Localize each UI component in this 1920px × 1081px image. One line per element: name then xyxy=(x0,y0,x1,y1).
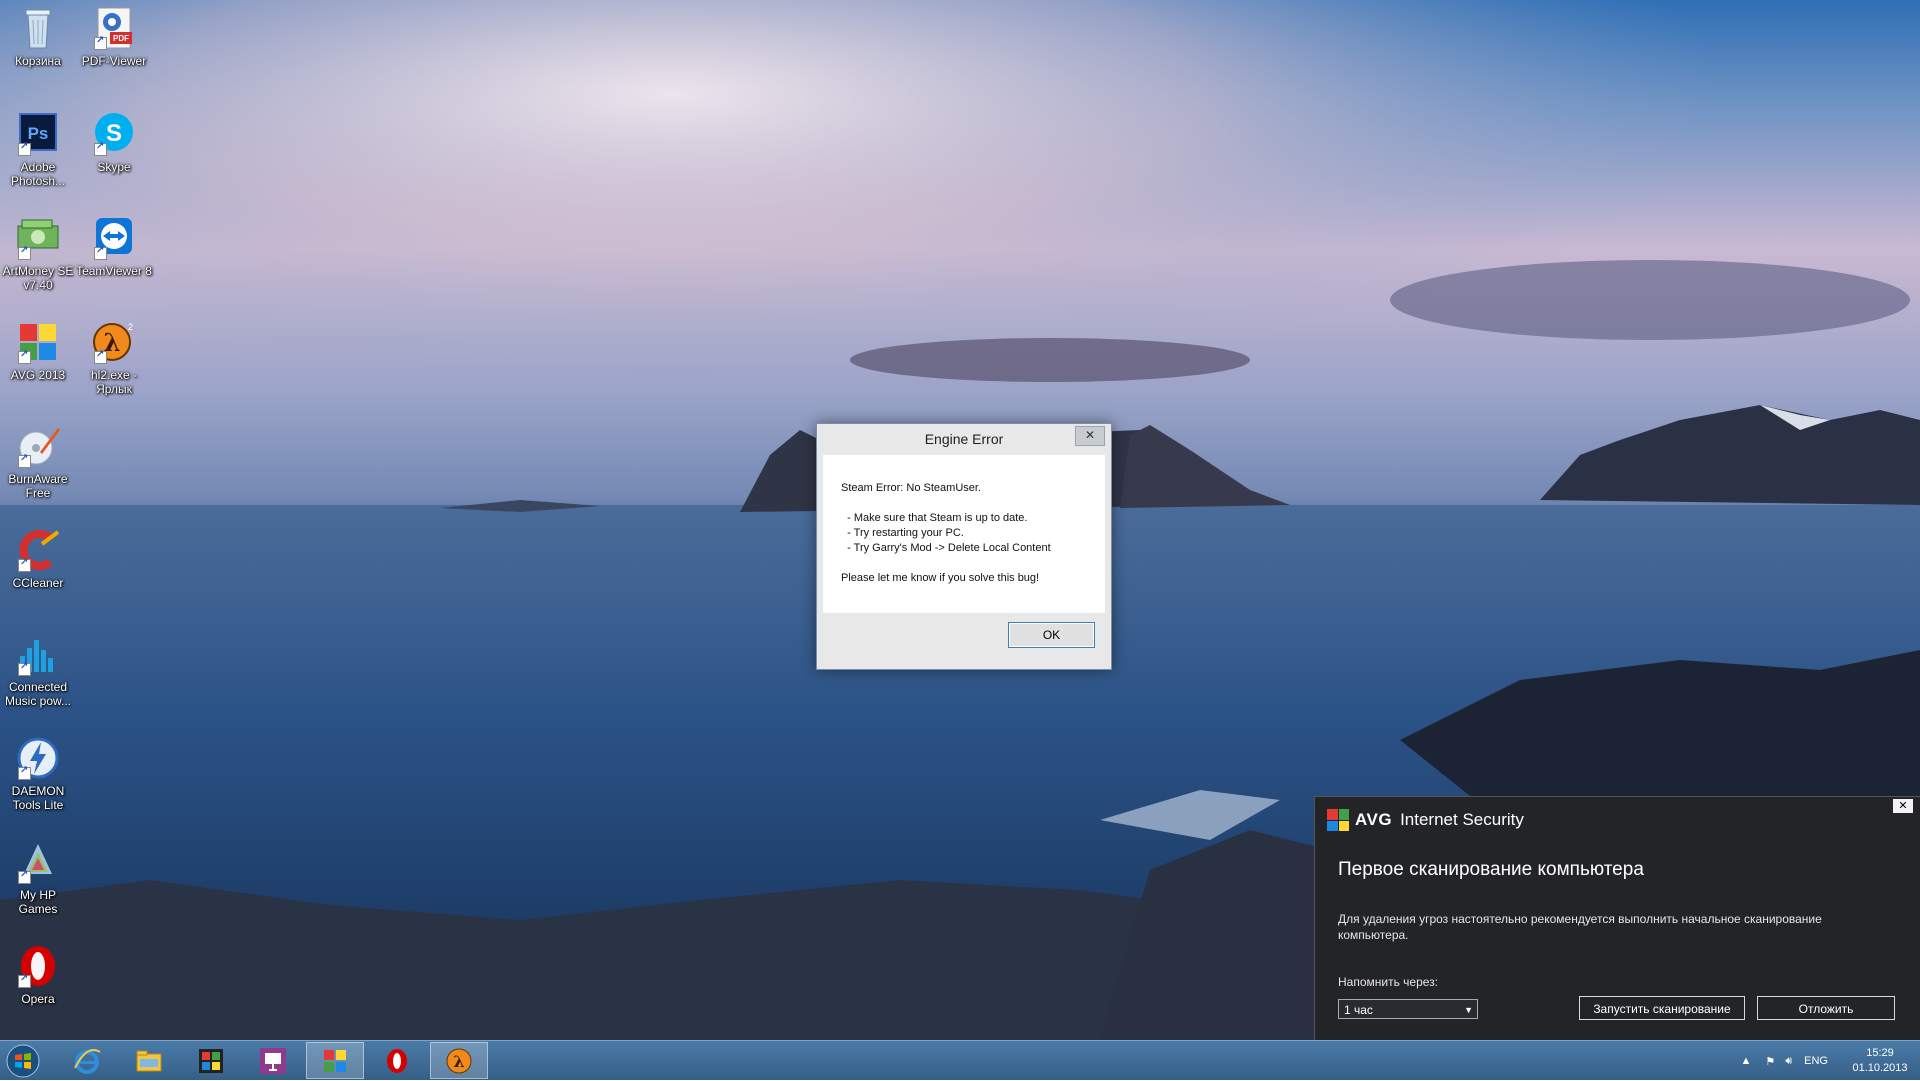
desktop-icon-label: Adobe Photosh... xyxy=(10,160,66,188)
desktop-icon-skype[interactable]: S Skype xyxy=(76,110,152,174)
desktop-icon-label: My HP Games xyxy=(18,888,58,916)
clock-date: 01.10.2013 xyxy=(1852,1062,1908,1074)
avg-product-name: Internet Security xyxy=(1400,810,1524,829)
desktop-icon-label: PDF-Viewer xyxy=(81,54,147,68)
desktop-icon-pdf-viewer[interactable]: PDF PDF-Viewer xyxy=(76,4,152,68)
desktop-icon-label: TeamViewer 8 xyxy=(76,264,152,278)
avg-notification: ✕ AVG Internet Security Первое сканирова… xyxy=(1314,796,1920,1041)
desktop-icon-hp-games[interactable]: My HP Games xyxy=(0,838,76,916)
clock[interactable]: 15:29 01.10.2013 xyxy=(1850,1046,1910,1076)
desktop-icon-photoshop[interactable]: Ps Adobe Photosh... xyxy=(0,110,76,188)
recycle-bin-icon xyxy=(14,4,62,52)
desktop-icon-label: CCleaner xyxy=(12,576,64,590)
svg-text:Ps: Ps xyxy=(28,124,49,143)
avg-heading: Первое сканирование компьютера xyxy=(1338,859,1644,880)
desktop-icon-avg[interactable]: AVG 2013 xyxy=(0,318,76,382)
dialog-message: Steam Error: No SteamUser. - Make sure t… xyxy=(841,482,1051,584)
desktop-icon-label: Connected Music pow... xyxy=(4,680,72,708)
desktop-icon-opera[interactable]: Opera xyxy=(0,942,76,1006)
pdf-viewer-icon: PDF xyxy=(90,4,138,52)
start-scan-button[interactable]: Запустить сканирование xyxy=(1579,996,1745,1020)
language-indicator[interactable]: ENG xyxy=(1804,1055,1828,1067)
photoshop-icon: Ps xyxy=(14,110,62,158)
taskbar-opera[interactable] xyxy=(368,1042,426,1079)
avg-logo-square xyxy=(1338,820,1349,831)
media-center-icon xyxy=(199,1048,223,1073)
remind-interval-value: 1 час xyxy=(1344,1003,1373,1017)
presentation-icon xyxy=(260,1047,286,1074)
opera-icon xyxy=(387,1048,407,1073)
skype-icon: S xyxy=(90,110,138,158)
svg-text:2: 2 xyxy=(128,322,133,332)
avg-logo-square xyxy=(1327,820,1338,831)
show-hidden-icons-icon[interactable]: ▲ xyxy=(1740,1055,1751,1067)
taskbar-internet-explorer[interactable] xyxy=(58,1042,116,1079)
start-button[interactable] xyxy=(6,1044,40,1078)
avg-logo-icon xyxy=(1327,809,1349,831)
half-life-icon: λ2 xyxy=(90,318,138,366)
desktop-icon-daemon-tools[interactable]: DAEMON Tools Lite xyxy=(0,734,76,812)
ok-button[interactable]: OK xyxy=(1008,622,1095,648)
avg-header: AVG Internet Security xyxy=(1327,809,1524,831)
ccleaner-icon xyxy=(14,526,62,574)
avg-icon xyxy=(324,1049,346,1072)
teamviewer-icon xyxy=(90,214,138,262)
action-center-flag-icon[interactable]: ⚑ xyxy=(1765,1055,1775,1068)
taskbar-file-explorer[interactable] xyxy=(120,1042,178,1079)
taskbar-media-center[interactable] xyxy=(182,1042,240,1079)
taskbar-avg[interactable] xyxy=(306,1042,364,1079)
svg-text:λ: λ xyxy=(453,1052,464,1071)
desktop-icon-recycle-bin[interactable]: Корзина xyxy=(0,4,76,68)
system-tray: ▲ ⚑ 🔊︎ ENG 15:29 01.10.2013 xyxy=(1740,1041,1920,1081)
dialog-close-button[interactable]: ✕ xyxy=(1075,426,1105,446)
avg-close-button[interactable]: ✕ xyxy=(1893,799,1913,813)
desktop-icon-label: DAEMON Tools Lite xyxy=(11,784,65,812)
engine-error-dialog: Engine Error ✕ Steam Error: No SteamUser… xyxy=(816,423,1112,670)
volume-icon[interactable]: 🔊︎ xyxy=(1785,1055,1792,1068)
desktop-icon-burnaware[interactable]: BurnAware Free xyxy=(0,422,76,500)
half-life-icon: λ xyxy=(446,1048,472,1073)
desktop-icon-label: Корзина xyxy=(15,54,61,68)
remind-label: Напомнить через: xyxy=(1338,975,1439,989)
desktop-icon-label: BurnAware Free xyxy=(8,472,68,500)
desktop-icon-label: AVG 2013 xyxy=(10,368,66,382)
svg-text:S: S xyxy=(106,120,122,147)
avg-description: Для удаления угроз настоятельно рекоменд… xyxy=(1338,912,1822,942)
dialog-body: Steam Error: No SteamUser. - Make sure t… xyxy=(823,455,1105,613)
windows-logo-icon xyxy=(6,1044,40,1078)
daemon-tools-icon xyxy=(14,734,62,782)
taskbar: λ ▲ ⚑ 🔊︎ ENG 15:29 01.10.2013 xyxy=(0,1040,1920,1080)
avg-logo-square xyxy=(1327,809,1338,820)
desktop-icon-hl2[interactable]: λ2 hl2.exe - Ярлык xyxy=(76,318,152,396)
svg-text:PDF: PDF xyxy=(113,34,129,43)
desktop-icon-artmoney[interactable]: ArtMoney SE v7.40 xyxy=(0,214,76,292)
connected-music-icon xyxy=(14,630,62,678)
opera-icon xyxy=(14,942,62,990)
file-explorer-icon xyxy=(136,1050,162,1071)
desktop-icon-connected-music[interactable]: Connected Music pow... xyxy=(0,630,76,708)
desktop-icon-label: hl2.exe - Ярлык xyxy=(90,368,138,396)
desktop-icon-label: Skype xyxy=(97,160,131,174)
internet-explorer-icon xyxy=(74,1048,101,1074)
desktop-icon-label: ArtMoney SE v7.40 xyxy=(2,264,74,292)
postpone-button[interactable]: Отложить xyxy=(1757,996,1895,1020)
clock-time: 15:29 xyxy=(1866,1047,1894,1059)
desktop-icon-teamviewer[interactable]: TeamViewer 8 xyxy=(76,214,152,278)
dropdown-arrow-icon: ▼ xyxy=(1464,1005,1473,1015)
taskbar-half-life[interactable]: λ xyxy=(430,1042,488,1079)
desktop-icon-label: Opera xyxy=(21,992,55,1006)
remind-interval-select[interactable]: 1 час ▼ xyxy=(1338,999,1478,1019)
burnaware-icon xyxy=(14,422,62,470)
desktop-icon-ccleaner[interactable]: CCleaner xyxy=(0,526,76,590)
avg-icon xyxy=(14,318,62,366)
taskbar-presentation[interactable] xyxy=(244,1042,302,1079)
dialog-title: Engine Error xyxy=(924,431,1004,447)
avg-logo-square xyxy=(1338,809,1349,820)
artmoney-icon xyxy=(14,214,62,262)
avg-brand: AVG xyxy=(1355,810,1393,829)
hp-games-icon xyxy=(14,838,62,886)
